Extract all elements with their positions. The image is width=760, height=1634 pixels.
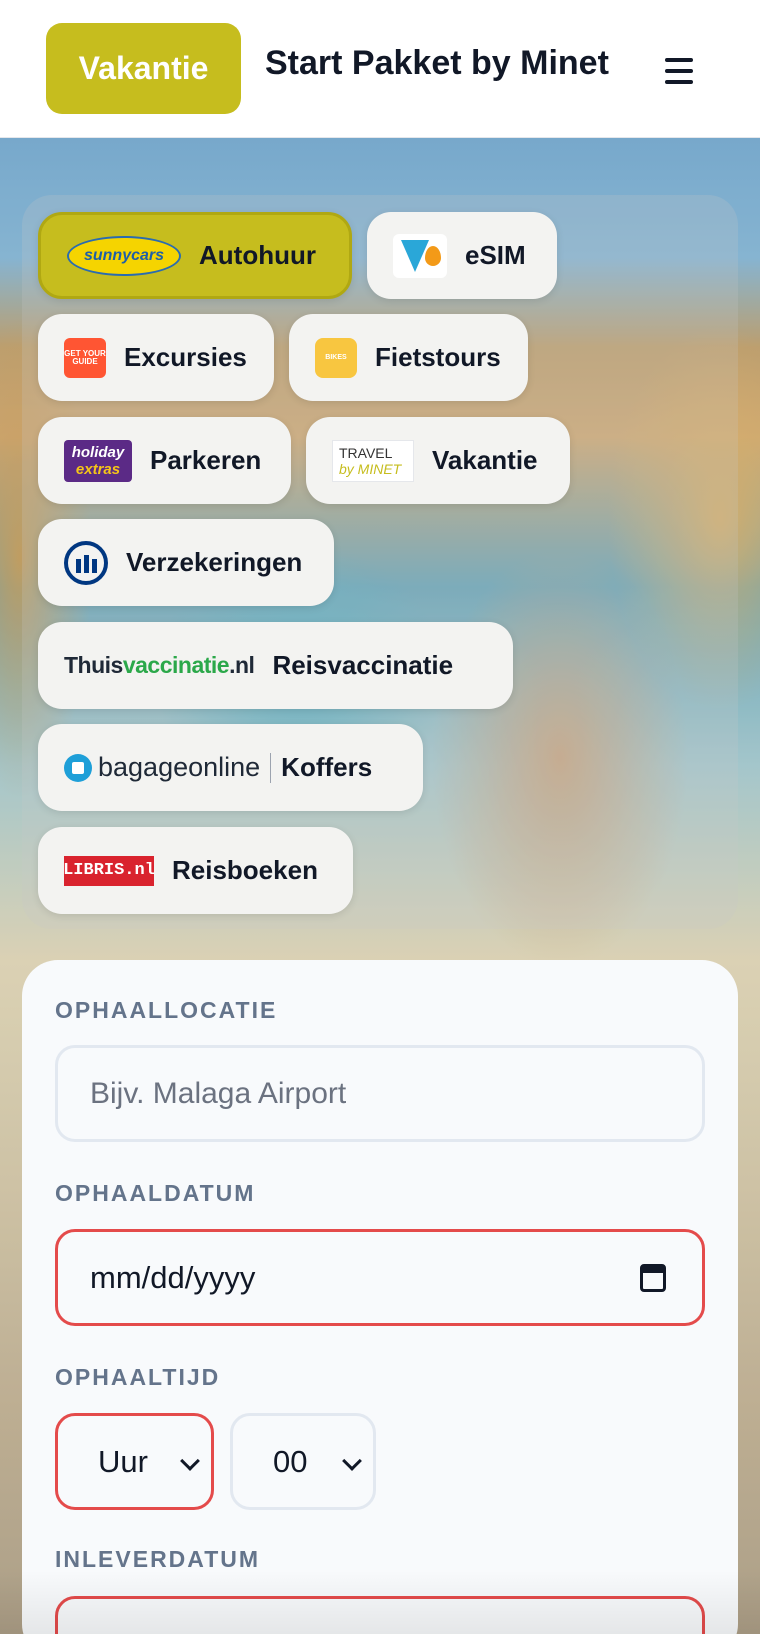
logo-text: vaccinatie — [122, 652, 230, 678]
travel-by-minet-logo: TRAVEL by MINET — [332, 439, 414, 482]
category-label: Reisvaccinatie — [272, 650, 454, 680]
return-date-input[interactable] — [55, 1596, 705, 1634]
select-value: 00 — [273, 1443, 308, 1479]
libris-logo: LIBRIS.nl — [63, 855, 155, 886]
getyourguide-logo: GET YOUR GUIDE — [64, 337, 106, 378]
pickup-date-label: OPHAALDATUM — [55, 1180, 256, 1206]
logo-text: extras — [75, 460, 121, 478]
category-label: Excursies — [124, 342, 247, 372]
pickup-hour-select[interactable]: Uur — [55, 1413, 214, 1510]
category-fietstours[interactable]: BIKES Fietstours — [289, 314, 528, 401]
logo-text: .nl — [229, 652, 255, 678]
logo-text: bagageonline — [98, 752, 261, 782]
category-label: Koffers — [281, 752, 373, 782]
logo-text: by MINET — [339, 460, 402, 477]
pickup-date-input[interactable]: mm/dd/yyyy — [55, 1229, 705, 1326]
return-date-label: INLEVERDATUM — [55, 1546, 261, 1572]
pickup-location-label: OPHAALLOCATIE — [55, 997, 278, 1023]
category-esim[interactable]: eSIM — [367, 212, 557, 299]
allianz-logo — [64, 540, 108, 585]
pickup-minute-select[interactable]: 00 — [230, 1413, 376, 1510]
divider — [270, 752, 272, 783]
category-reisvaccinatie[interactable]: Thuis vaccinatie .nl Reisvaccinatie — [38, 622, 513, 709]
pickup-location-input[interactable]: Bijv. Malaga Airport — [55, 1045, 705, 1142]
logo-text: holiday — [71, 443, 125, 461]
thuisvaccinatie-logo: Thuis vaccinatie .nl — [64, 652, 255, 679]
sunnycars-logo: sunnycars — [67, 235, 181, 276]
logo-text: TRAVEL — [339, 444, 393, 461]
category-label: Autohuur — [199, 240, 316, 270]
category-parkeren[interactable]: holiday extras Parkeren — [38, 417, 291, 504]
category-reisboeken[interactable]: LIBRIS.nl Reisboeken — [38, 827, 353, 914]
logo-text: Thuis — [64, 652, 123, 678]
esim-logo — [393, 233, 447, 278]
select-value: Uur — [98, 1443, 148, 1479]
category-verzekeringen[interactable]: Verzekeringen — [38, 519, 334, 606]
site-title: Start Pakket by Minet — [265, 44, 609, 82]
pickup-time-label: OPHAALTIJD — [55, 1364, 221, 1390]
category-label: Reisboeken — [172, 855, 318, 885]
category-label: Parkeren — [150, 445, 262, 475]
bagageonline-logo: bagageonline — [64, 752, 260, 783]
category-label: Vakantie — [432, 445, 538, 475]
input-placeholder: Bijv. Malaga Airport — [90, 1076, 347, 1110]
category-vakantie[interactable]: TRAVEL by MINET Vakantie — [306, 417, 570, 504]
date-value: mm/dd/yyyy — [90, 1259, 256, 1295]
site-header: Vakantie Start Pakket by Minet — [0, 0, 760, 138]
bike-tours-logo: BIKES — [315, 337, 357, 378]
calendar-icon[interactable] — [640, 1264, 666, 1292]
chevron-down-icon — [180, 1451, 200, 1471]
category-koffers[interactable]: bagageonline Koffers — [38, 724, 423, 811]
hamburger-menu-icon[interactable] — [665, 58, 693, 84]
chevron-down-icon — [342, 1451, 362, 1471]
category-excursies[interactable]: GET YOUR GUIDE Excursies — [38, 314, 274, 401]
holiday-extras-logo: holiday extras — [64, 439, 132, 482]
vakantie-button[interactable]: Vakantie — [46, 23, 241, 114]
category-label: eSIM — [465, 240, 526, 270]
category-label: Fietstours — [375, 342, 501, 372]
bag-icon — [64, 753, 92, 782]
category-autohuur[interactable]: sunnycars Autohuur — [38, 212, 352, 299]
category-label: Verzekeringen — [126, 547, 303, 577]
